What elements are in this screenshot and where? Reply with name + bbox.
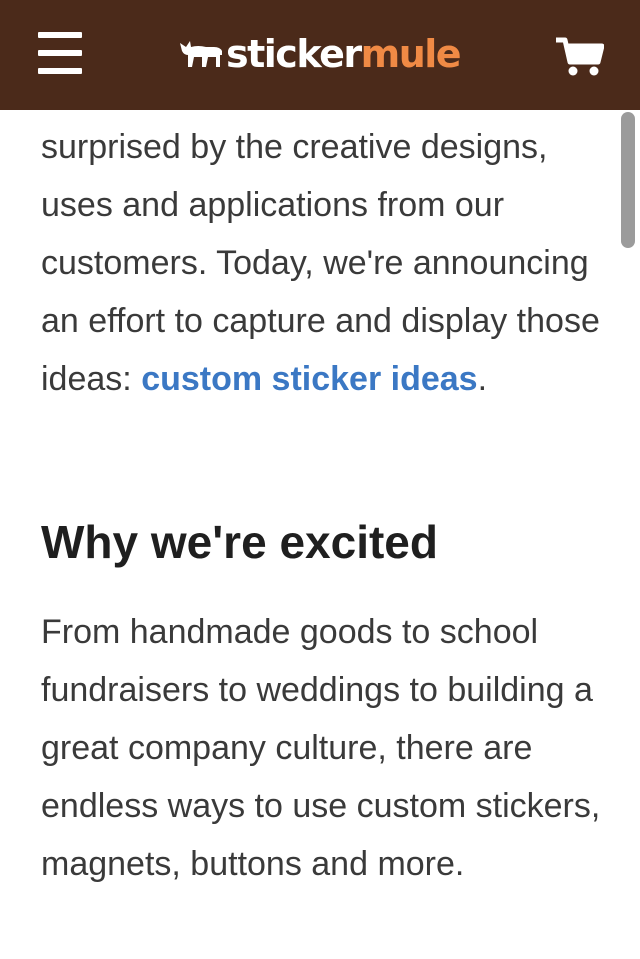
mule-logo-icon	[180, 41, 222, 67]
intro-end: .	[477, 360, 488, 398]
intro-text: surprised by the creative designs, uses …	[41, 128, 600, 398]
logo-word-sticker: sticker	[226, 32, 362, 76]
shopping-cart-icon[interactable]	[556, 36, 604, 78]
logo-wordmark: stickermule	[226, 32, 462, 76]
site-header: stickermule	[0, 0, 640, 110]
intro-paragraph: surprised by the creative designs, uses …	[41, 118, 601, 408]
hamburger-menu-icon[interactable]	[38, 32, 82, 74]
section-heading: Why we're excited	[41, 516, 438, 568]
article-content: surprised by the creative designs, uses …	[41, 118, 601, 883]
custom-sticker-ideas-link[interactable]: custom sticker ideas	[141, 360, 477, 398]
body-paragraph: From handmade goods to school fundraiser…	[41, 613, 601, 883]
scrollbar-thumb[interactable]	[621, 112, 635, 248]
logo-word-mule: mule	[360, 32, 462, 76]
site-logo[interactable]: stickermule	[178, 26, 462, 82]
